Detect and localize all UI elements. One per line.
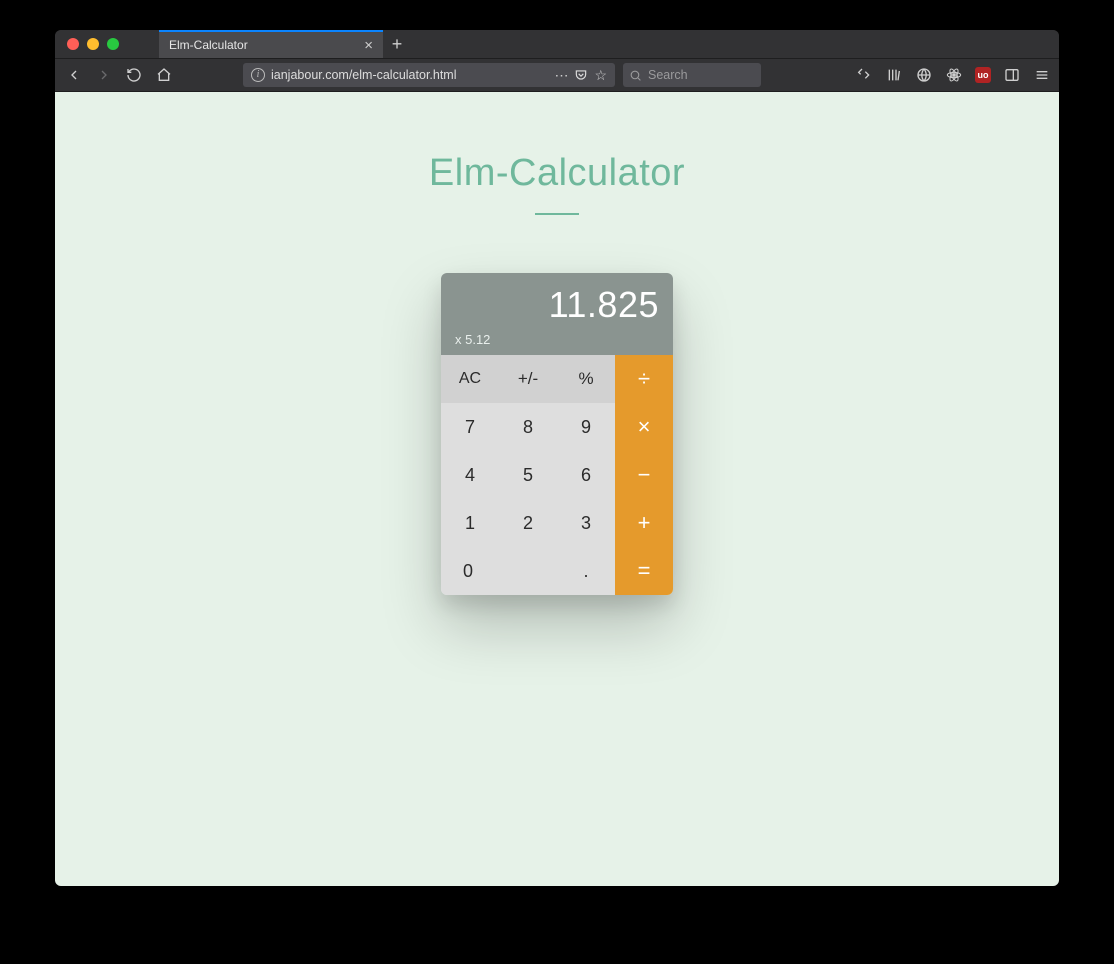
search-bar[interactable]: Search	[623, 63, 761, 87]
browser-toolbar: i ianjabour.com/elm-calculator.html ⋯ ☆ …	[55, 58, 1059, 92]
key-percent[interactable]: %	[557, 355, 615, 403]
key-1[interactable]: 1	[441, 499, 499, 547]
key-3[interactable]: 3	[557, 499, 615, 547]
pocket-icon[interactable]	[574, 68, 588, 82]
key-ac[interactable]: AC	[441, 355, 499, 403]
home-button[interactable]	[153, 64, 175, 86]
key-sign[interactable]: +/-	[499, 355, 557, 403]
ublock-icon[interactable]: uo	[975, 67, 991, 83]
search-icon	[629, 69, 642, 82]
key-6[interactable]: 6	[557, 451, 615, 499]
display-sub-expression: x 5.12	[455, 332, 659, 347]
tab-title: Elm-Calculator	[169, 38, 356, 52]
key-plus[interactable]: +	[615, 499, 673, 547]
page-actions-icon[interactable]: ⋯	[554, 67, 568, 84]
reload-button[interactable]	[123, 64, 145, 86]
new-tab-button[interactable]: +	[383, 30, 411, 58]
hamburger-menu-icon[interactable]	[1033, 66, 1051, 84]
browser-window: Elm-Calculator × + i ianjabour.com/elm-c…	[55, 30, 1059, 886]
back-button[interactable]	[63, 64, 85, 86]
key-2[interactable]: 2	[499, 499, 557, 547]
title-underline	[535, 213, 579, 215]
react-devtools-icon[interactable]	[945, 66, 963, 84]
key-9[interactable]: 9	[557, 403, 615, 451]
window-controls	[55, 38, 119, 50]
site-info-icon[interactable]: i	[251, 68, 265, 82]
key-7[interactable]: 7	[441, 403, 499, 451]
key-8[interactable]: 8	[499, 403, 557, 451]
bookmark-star-icon[interactable]: ☆	[594, 67, 607, 84]
tab-bar: Elm-Calculator × +	[159, 30, 411, 58]
key-minus[interactable]: −	[615, 451, 673, 499]
calculator-keypad: AC +/- % ÷ 7 8 9 × 4 5 6 − 1 2 3 + 0 . =	[441, 355, 673, 595]
titlebar: Elm-Calculator × +	[55, 30, 1059, 58]
window-maximize-button[interactable]	[107, 38, 119, 50]
key-decimal[interactable]: .	[557, 547, 615, 595]
key-4[interactable]: 4	[441, 451, 499, 499]
calculator-display: 11.825 x 5.12	[441, 273, 673, 355]
page-viewport: Elm-Calculator 11.825 x 5.12 AC +/- % ÷ …	[55, 92, 1059, 886]
devtools-icon[interactable]	[855, 66, 873, 84]
search-placeholder: Search	[648, 68, 688, 82]
key-equals[interactable]: =	[615, 547, 673, 595]
calculator: 11.825 x 5.12 AC +/- % ÷ 7 8 9 × 4 5 6 −…	[441, 273, 673, 595]
key-divide[interactable]: ÷	[615, 355, 673, 403]
library-icon[interactable]	[885, 66, 903, 84]
page-title: Elm-Calculator	[55, 152, 1059, 195]
window-minimize-button[interactable]	[87, 38, 99, 50]
browser-tab-active[interactable]: Elm-Calculator ×	[159, 30, 383, 58]
forward-button[interactable]	[93, 64, 115, 86]
key-multiply[interactable]: ×	[615, 403, 673, 451]
window-close-button[interactable]	[67, 38, 79, 50]
toolbar-right: uo	[855, 66, 1051, 84]
sidebar-icon[interactable]	[1003, 66, 1021, 84]
key-0[interactable]: 0	[441, 547, 557, 595]
url-bar[interactable]: i ianjabour.com/elm-calculator.html ⋯ ☆	[243, 63, 615, 87]
key-5[interactable]: 5	[499, 451, 557, 499]
url-text: ianjabour.com/elm-calculator.html	[271, 68, 548, 82]
tab-close-icon[interactable]: ×	[364, 38, 373, 53]
display-main-value: 11.825	[455, 284, 659, 326]
extension-icon[interactable]	[915, 66, 933, 84]
